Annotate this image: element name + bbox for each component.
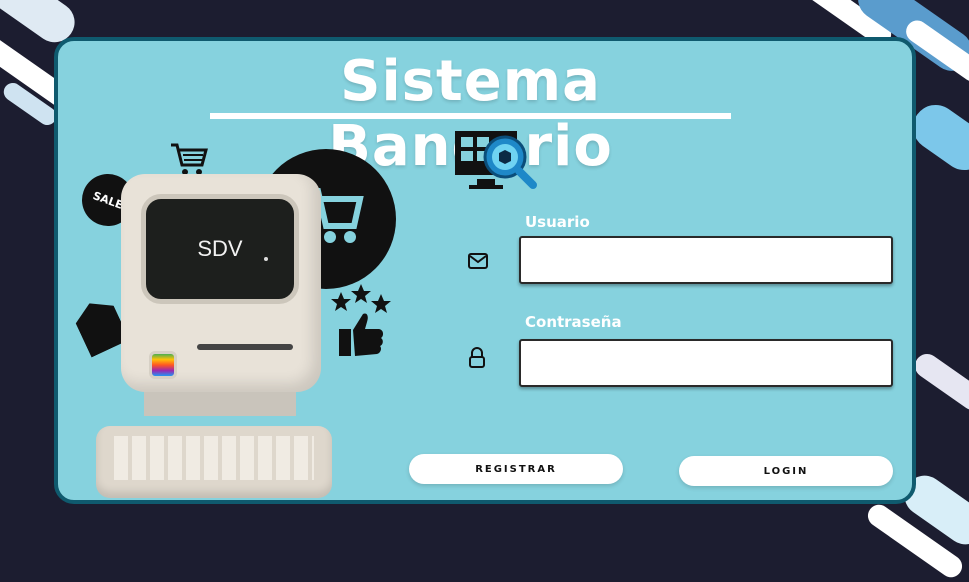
rainbow-logo-icon: [149, 351, 177, 379]
login-button[interactable]: LOGIN: [679, 456, 893, 486]
user-label: Usuario: [525, 213, 590, 231]
sale-text: SALE: [91, 188, 125, 212]
password-label: Contraseña: [525, 313, 622, 331]
retro-computer-illustration: SALE SDV: [74, 136, 396, 500]
star-rating-icon: [331, 284, 391, 356]
login-card: Sistema Bancario SALE: [54, 37, 916, 504]
screen-text: SDV: [197, 236, 243, 261]
register-button[interactable]: REGISTRAR: [409, 454, 623, 484]
mail-icon: [468, 253, 488, 269]
floppy-slot: [197, 344, 293, 350]
monitor-search-icon: [455, 131, 537, 189]
user-input[interactable]: [519, 236, 893, 284]
lock-icon: [469, 347, 485, 368]
computer-screen: SDV: [141, 194, 299, 304]
title-underline: [210, 113, 731, 119]
computer-base: [144, 392, 296, 416]
password-input[interactable]: [519, 339, 893, 387]
small-cart-icon: [171, 143, 208, 175]
keyboard: [96, 426, 332, 498]
